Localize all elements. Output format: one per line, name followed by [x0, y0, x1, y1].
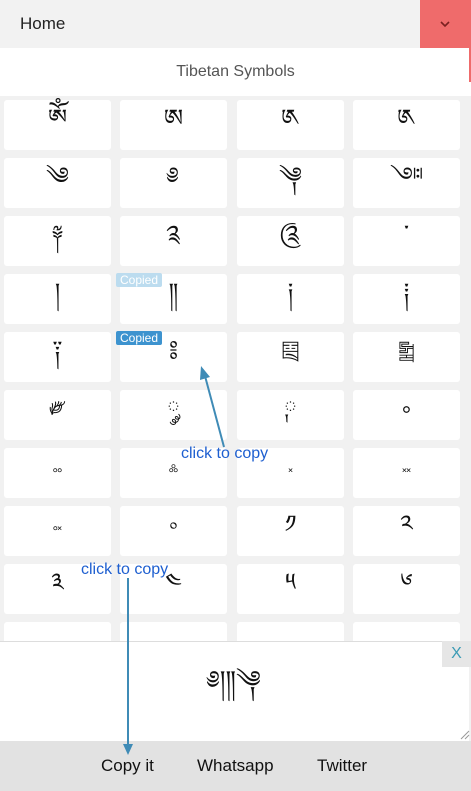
symbol-cell-partial[interactable]	[353, 622, 460, 641]
copied-badge: Copied	[116, 273, 163, 287]
twitter-button[interactable]: Twitter	[317, 756, 367, 776]
symbol-cell[interactable]: ༡	[237, 506, 344, 556]
dropdown-button[interactable]	[420, 0, 471, 48]
top-bar: Home	[0, 0, 471, 48]
home-link[interactable]: Home	[20, 14, 65, 34]
symbol-cell[interactable]: ༁	[353, 100, 460, 150]
symbol-cell[interactable]: ༘	[120, 390, 227, 440]
chevron-down-icon	[440, 21, 450, 28]
symbol-cell[interactable]: ༞	[353, 448, 460, 498]
symbol-cell[interactable]: ༙	[237, 390, 344, 440]
symbol-cell[interactable]: ༏	[237, 274, 344, 324]
whatsapp-button[interactable]: Whatsapp	[197, 756, 274, 776]
symbol-cell[interactable]: ༊	[237, 216, 344, 266]
symbol-cell[interactable]: ༀ	[4, 100, 111, 150]
bottom-action-bar: Copy it Whatsapp Twitter	[0, 741, 471, 791]
symbol-cell[interactable]: ༈	[4, 216, 111, 266]
grid-copy-hint: click to copy	[181, 445, 269, 462]
symbol-cell[interactable]: ༟	[4, 506, 111, 556]
resize-grip-icon[interactable]	[460, 730, 470, 740]
symbol-cell[interactable]: ༛	[4, 448, 111, 498]
symbol-cell[interactable]: ༠	[120, 506, 227, 556]
copy-button[interactable]: Copy it	[101, 756, 154, 776]
symbol-cell[interactable]: ༇	[353, 158, 460, 208]
symbol-cell[interactable]: ༗	[4, 390, 111, 440]
symbol-cell[interactable]: ༖	[353, 332, 460, 382]
symbol-cell[interactable]: ་	[353, 216, 460, 266]
symbol-cell[interactable]: ༁	[237, 100, 344, 150]
symbol-cell[interactable]: ༦	[353, 564, 460, 614]
bottom-copy-hint: click to copy	[81, 561, 169, 578]
symbol-cell[interactable]: ༐	[353, 274, 460, 324]
symbol-cell[interactable]: ༄	[4, 158, 111, 208]
symbol-cell-partial[interactable]	[237, 622, 344, 641]
copied-badge: Copied	[116, 331, 163, 345]
symbol-cell-partial[interactable]	[4, 622, 111, 641]
symbol-cell[interactable]: ༥	[237, 564, 344, 614]
symbol-cell[interactable]: ༑	[4, 332, 111, 382]
symbol-cell[interactable]: ༢	[353, 506, 460, 556]
symbol-cell[interactable]: ༚	[353, 390, 460, 440]
page-title-bar: Tibetan Symbols	[0, 48, 471, 96]
page-title: Tibetan Symbols	[176, 63, 295, 80]
output-textarea[interactable]: ༅།༎༆	[0, 641, 469, 742]
symbol-cell-partial[interactable]	[120, 622, 227, 641]
output-text: ༅།༎༆	[208, 666, 261, 696]
symbol-cell[interactable]: ༕	[237, 332, 344, 382]
symbol-cell[interactable]: ཨ	[120, 100, 227, 150]
symbol-cell[interactable]: ༉	[120, 216, 227, 266]
symbol-cell[interactable]: །	[4, 274, 111, 324]
symbol-cell[interactable]: ༅	[120, 158, 227, 208]
symbol-cell[interactable]: ༆	[237, 158, 344, 208]
symbol-grid: ༀ ཨ ༁ ༁ ༄ ༅ ༆ ༇ ༈ ༉ ༊ ་ ། ༎ ༏ ༐ ༑ ༔ ༕ ༖ …	[0, 96, 471, 641]
clear-button[interactable]: X	[442, 641, 471, 667]
